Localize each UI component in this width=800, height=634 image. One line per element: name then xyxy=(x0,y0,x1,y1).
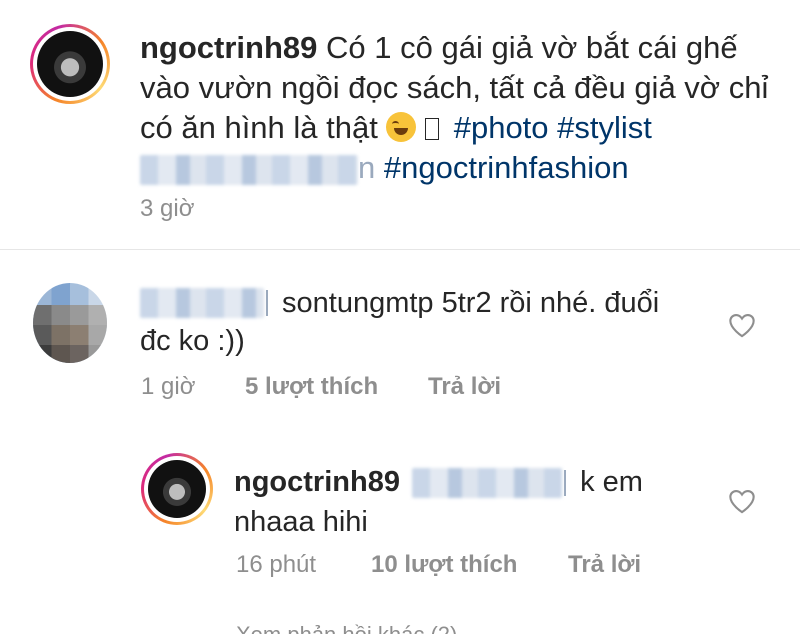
view-more-replies[interactable]: Xem phản hồi khác (2) xyxy=(236,622,457,634)
reply-username[interactable]: ngoctrinh89 xyxy=(234,466,400,498)
caption: ngoctrinh89 Có 1 cô gái giả vờ bắt cái g… xyxy=(140,28,780,188)
comment-text: sontungmtp 5tr2 rồi nhé. đuổi xyxy=(282,283,722,323)
comment-likes[interactable]: 5 lượt thích xyxy=(245,373,378,401)
blurred-mention xyxy=(140,154,358,185)
comment-text-line1: sontungmtp 5tr2 rồi nhé. đuổi xyxy=(282,287,660,319)
comment-likes-label[interactable]: 5 lượt thích xyxy=(245,373,378,400)
reply-likes-label[interactable]: 10 lượt thích xyxy=(371,551,517,578)
blurred-commenter-username xyxy=(140,288,264,318)
blurred-separator-bar xyxy=(266,290,268,316)
reply-likes[interactable]: 10 lượt thích xyxy=(371,551,517,579)
blurred-reply-bar xyxy=(564,470,567,497)
reply-timestamp: 16 phút xyxy=(236,551,317,578)
reply-text-line1: k em xyxy=(580,466,643,498)
reply-reply-button[interactable]: Trả lời xyxy=(568,551,641,579)
comment-reply-label[interactable]: Trả lời xyxy=(428,373,501,400)
grinning-sweat-emoji-icon xyxy=(386,112,417,142)
view-more-replies-label[interactable]: Xem phản hồi khác (2) xyxy=(236,622,457,634)
commenter-avatar-blurred[interactable] xyxy=(33,283,107,363)
comment-timestamp: 1 giờ xyxy=(141,373,196,400)
comment-text-line2: đc ko :)) xyxy=(140,325,245,357)
reply-avatar[interactable] xyxy=(148,460,206,518)
missing-glyph-icon xyxy=(425,118,440,140)
hashtag-stylist[interactable]: #stylist xyxy=(557,110,652,145)
reply-reply-label[interactable]: Trả lời xyxy=(568,551,641,578)
blurred-mention-tail: n xyxy=(358,150,376,185)
reply-like-heart-icon[interactable] xyxy=(728,488,756,514)
caption-username[interactable]: ngoctrinh89 xyxy=(140,30,317,65)
comment-text-cont: đc ko :)) xyxy=(140,321,245,361)
comment-like-heart-icon[interactable] xyxy=(728,312,756,338)
caption-divider xyxy=(0,249,800,250)
hashtag-photo[interactable]: #photo xyxy=(454,110,549,145)
blurred-reply-mention xyxy=(412,468,563,499)
caption-timestamp: 3 giờ xyxy=(140,195,195,222)
reply-text-line2: nhaaa hihi xyxy=(234,506,368,538)
hashtag-ngoctrinhfashion[interactable]: #ngoctrinhfashion xyxy=(384,150,629,185)
caption-avatar[interactable] xyxy=(37,31,103,97)
comment-reply-button[interactable]: Trả lời xyxy=(428,373,501,401)
reply-text: ngoctrinh89 k em nhaaa hihi xyxy=(234,462,714,542)
